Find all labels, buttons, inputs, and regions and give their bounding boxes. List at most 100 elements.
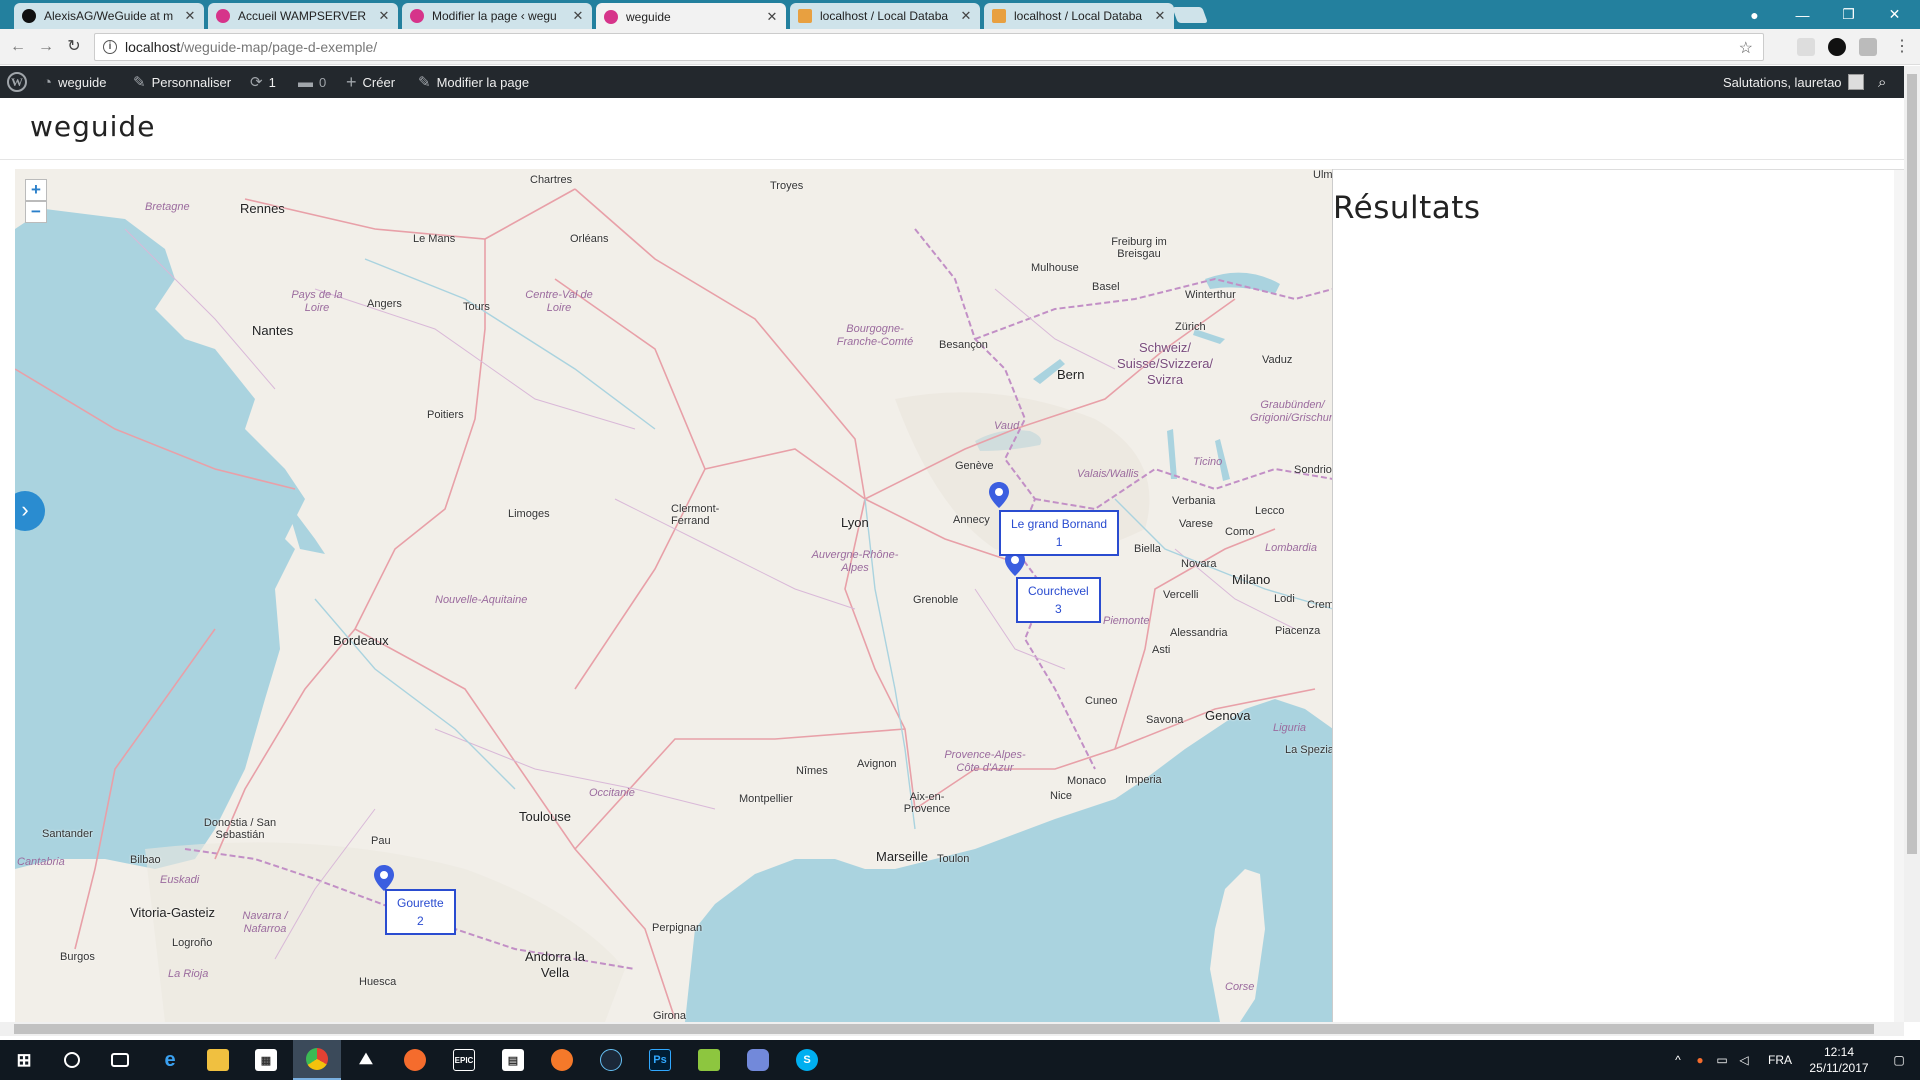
- profile-icon[interactable]: ●: [1732, 0, 1777, 29]
- zoom-out-button[interactable]: −: [25, 201, 47, 223]
- minimize-button[interactable]: —: [1780, 0, 1825, 29]
- taskbar-unity[interactable]: ⛰: [342, 1040, 390, 1080]
- wp-admin-bar: W ◔ weguide ✎ Personnaliser ⟳ 1 ▬ 0 + Cr…: [0, 66, 1920, 98]
- taskbar-skype[interactable]: S: [783, 1040, 831, 1080]
- city-label: Montpellier: [739, 793, 793, 805]
- region-label: Vaud: [994, 420, 1020, 432]
- region-label: Auvergne-Rhône-Alpes: [811, 549, 899, 574]
- search-button[interactable]: [48, 1040, 96, 1080]
- notifications-icon[interactable]: ▢: [1884, 1040, 1914, 1080]
- address-bar[interactable]: i localhost /weguide-map/page-d-exemple/…: [94, 33, 1764, 61]
- taskbar-notepad[interactable]: [685, 1040, 733, 1080]
- marker-popup[interactable]: Courchevel 3: [1016, 577, 1101, 623]
- account-menu[interactable]: Salutations, lauretao: [1723, 66, 1864, 98]
- taskbar-origin[interactable]: [391, 1040, 439, 1080]
- back-button[interactable]: ←: [8, 37, 28, 57]
- city-label: Limoges: [508, 508, 550, 520]
- menu-kebab-icon[interactable]: ⋮: [1892, 37, 1912, 57]
- taskbar-steam[interactable]: [587, 1040, 635, 1080]
- city-label: Marseille: [876, 849, 929, 864]
- region-label: Nouvelle-Aquitaine: [435, 594, 528, 606]
- windows-start-button[interactable]: ⊞: [0, 1040, 48, 1080]
- vertical-scrollbar[interactable]: [1904, 66, 1920, 1022]
- tray-chevron-up-icon[interactable]: ^: [1668, 1040, 1688, 1080]
- marker-popup[interactable]: Gourette 2: [385, 889, 456, 935]
- results-scrollbar[interactable]: [1894, 170, 1904, 1023]
- wordpress-menu[interactable]: W: [7, 66, 27, 98]
- map-pin-icon[interactable]: [374, 865, 394, 891]
- close-window-button[interactable]: ✕: [1872, 0, 1917, 29]
- close-icon[interactable]: ✕: [1154, 8, 1166, 24]
- zoom-in-button[interactable]: +: [25, 179, 47, 201]
- city-label: Toulouse: [519, 809, 572, 824]
- extension-icon[interactable]: [1859, 38, 1877, 56]
- language-indicator[interactable]: FRA: [1760, 1040, 1800, 1080]
- tab-weguide[interactable]: weguide ✕: [596, 3, 786, 30]
- taskbar-file-explorer[interactable]: [194, 1040, 242, 1080]
- task-view-button[interactable]: [96, 1040, 144, 1080]
- taskbar-edge[interactable]: e: [146, 1040, 194, 1080]
- extension-o-icon[interactable]: [1828, 38, 1846, 56]
- firefox-tray-icon[interactable]: ●: [1690, 1040, 1710, 1080]
- new-tab-button[interactable]: [1172, 7, 1208, 23]
- info-icon[interactable]: i: [103, 40, 117, 54]
- scrollbar-thumb[interactable]: [1907, 74, 1917, 854]
- close-icon[interactable]: ✕: [184, 8, 196, 24]
- taskbar-chrome[interactable]: [293, 1040, 341, 1080]
- updates-link[interactable]: ⟳ 1: [250, 66, 276, 98]
- url-host: localhost: [125, 39, 181, 55]
- popup-name: Gourette: [397, 896, 444, 910]
- edit-page-link[interactable]: ✎ Modifier la page: [418, 66, 529, 98]
- taskbar-calculator[interactable]: ▤: [489, 1040, 537, 1080]
- close-icon[interactable]: ✕: [960, 8, 972, 24]
- city-label: Freiburg im Breisgau: [1111, 236, 1167, 260]
- scrollbar-thumb[interactable]: [14, 1024, 1874, 1034]
- pencil-icon: ✎: [418, 74, 431, 91]
- network-icon[interactable]: ▭: [1712, 1040, 1732, 1080]
- taskbar-blender[interactable]: [538, 1040, 586, 1080]
- close-icon[interactable]: ✕: [572, 8, 584, 24]
- region-label: Graubünden/ Grigioni/Grischun: [1250, 399, 1333, 424]
- close-icon[interactable]: ✕: [766, 9, 778, 25]
- taskbar-discord[interactable]: [734, 1040, 782, 1080]
- taskbar-store[interactable]: ▦: [242, 1040, 290, 1080]
- tab-wampserver[interactable]: Accueil WAMPSERVER ✕: [208, 3, 398, 29]
- bookmark-star-icon[interactable]: ☆: [1739, 38, 1753, 58]
- new-content-menu[interactable]: + Créer: [346, 66, 395, 98]
- forward-button[interactable]: →: [36, 37, 56, 57]
- map[interactable]: + − › Chartres Troyes Rennes Le Mans Orl…: [15, 169, 1333, 1022]
- clock[interactable]: 12:14 25/11/2017: [1804, 1044, 1874, 1076]
- wordpress-icon: [216, 9, 230, 23]
- city-label: Genève: [955, 460, 994, 472]
- region-label: Ticino: [1193, 456, 1223, 468]
- site-name-menu[interactable]: ◔ weguide: [43, 66, 107, 98]
- city-label: Bordeaux: [333, 633, 389, 648]
- calculator-icon: ▤: [502, 1049, 524, 1071]
- comments-link[interactable]: ▬ 0: [298, 66, 326, 98]
- tab-phpmyadmin-2[interactable]: localhost / Local Databa ✕: [984, 3, 1174, 29]
- tab-label: Modifier la page ‹ wegu: [432, 9, 557, 23]
- tab-github[interactable]: AlexisAG/WeGuide at m ✕: [14, 3, 204, 29]
- close-icon[interactable]: ✕: [378, 8, 390, 24]
- reload-button[interactable]: ↻: [64, 37, 84, 57]
- city-label: Lyon: [841, 515, 869, 530]
- restore-button[interactable]: ❐: [1826, 0, 1871, 29]
- marker-popup[interactable]: Le grand Bornand 1: [999, 510, 1120, 556]
- map-pin-icon[interactable]: [989, 482, 1009, 508]
- admin-search[interactable]: ⌕: [1878, 66, 1886, 98]
- city-label: Basel: [1092, 281, 1120, 293]
- phpmyadmin-icon: [992, 9, 1006, 23]
- volume-icon[interactable]: ◁: [1734, 1040, 1754, 1080]
- site-title[interactable]: weguide: [30, 110, 155, 143]
- wordpress-icon: [410, 9, 424, 23]
- tab-modifier-page[interactable]: Modifier la page ‹ wegu ✕: [402, 3, 592, 29]
- origin-icon: [404, 1049, 426, 1071]
- taskbar-photoshop[interactable]: Ps: [636, 1040, 684, 1080]
- city-label: Girona: [653, 1010, 687, 1022]
- taskbar-epic-games[interactable]: EPIC: [440, 1040, 488, 1080]
- customize-link[interactable]: ✎ Personnaliser: [133, 66, 231, 98]
- horizontal-scrollbar[interactable]: [0, 1022, 1904, 1036]
- city-label: Grenoble: [913, 594, 959, 606]
- tab-phpmyadmin-1[interactable]: localhost / Local Databa ✕: [790, 3, 980, 29]
- extension-icon[interactable]: [1797, 38, 1815, 56]
